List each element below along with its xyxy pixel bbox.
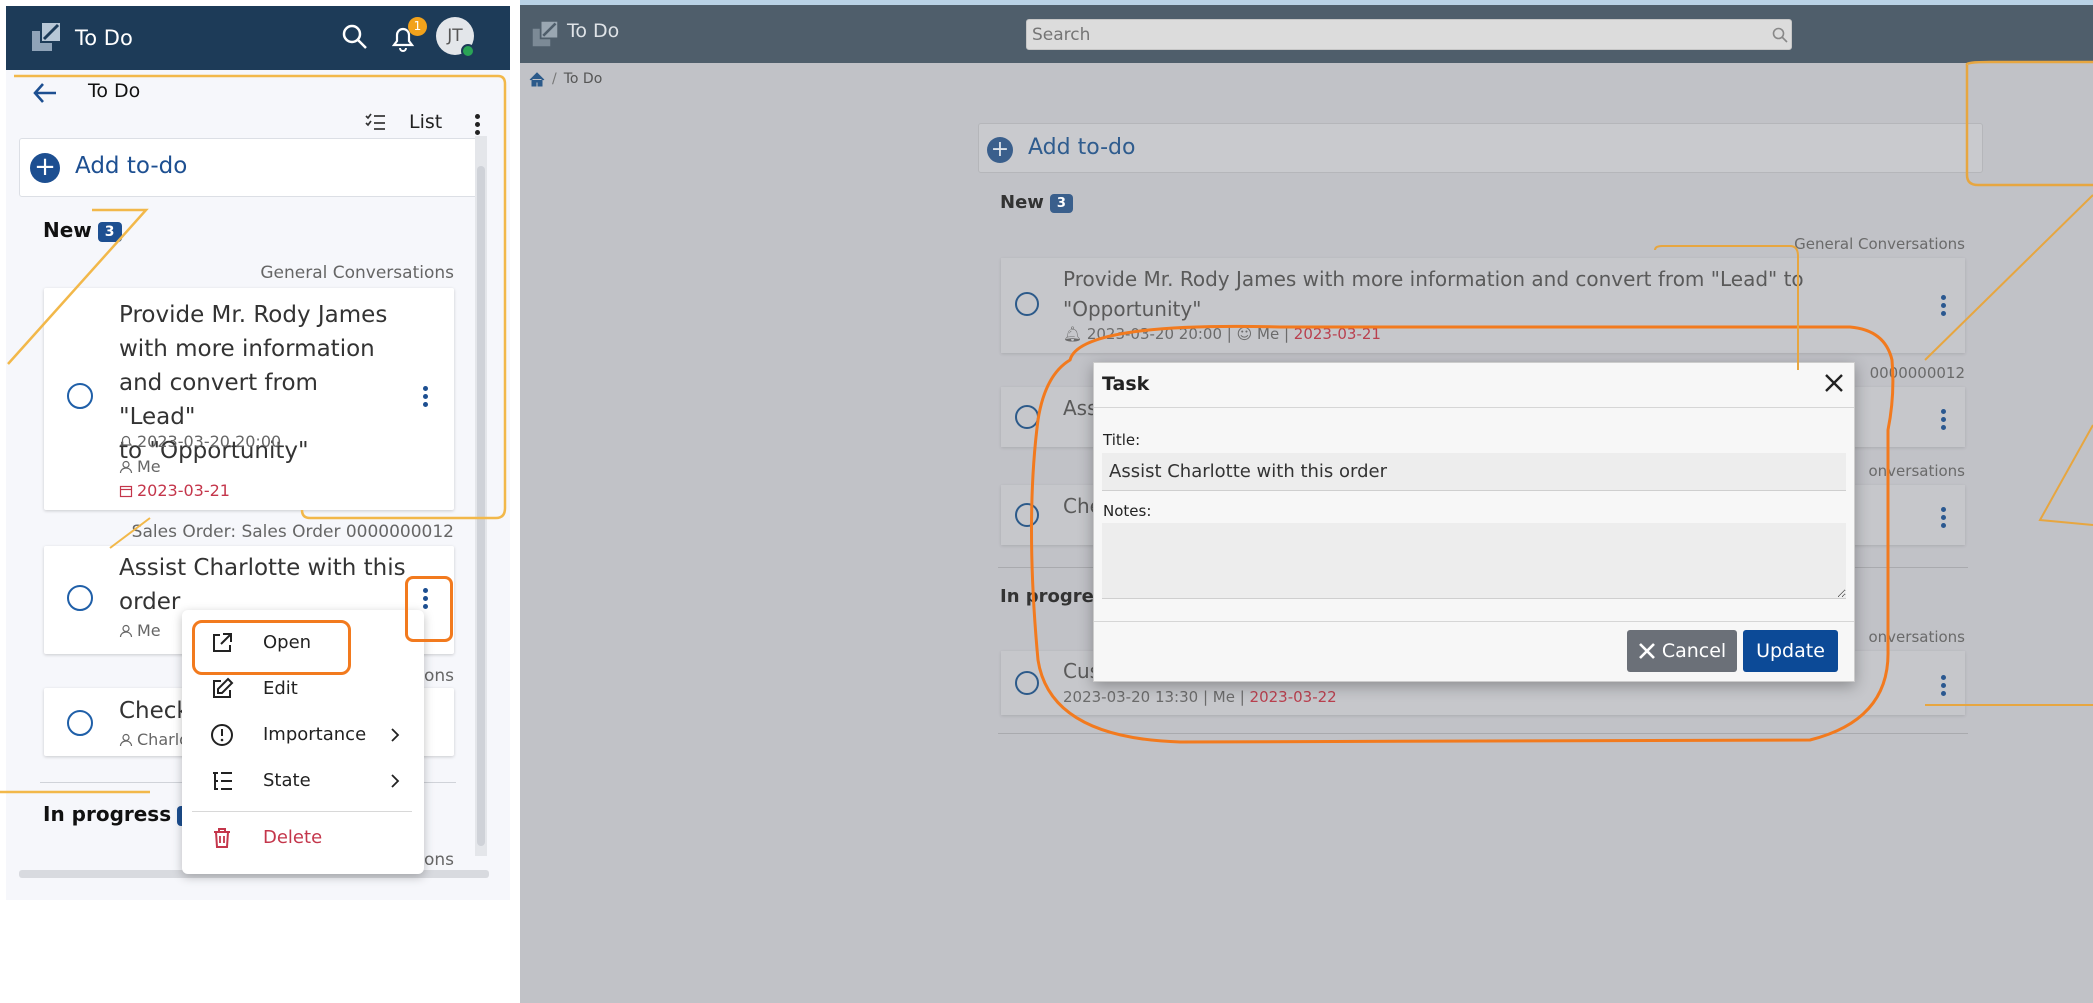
mobile-view: To Do 1 JT To Do List + Add to-do New3 bbox=[0, 0, 514, 900]
app-title: To Do bbox=[75, 26, 133, 50]
highlight-overlay bbox=[1030, 60, 2093, 744]
search-icon[interactable] bbox=[341, 23, 369, 51]
notification-badge: 1 bbox=[408, 17, 427, 36]
online-status-icon bbox=[461, 44, 475, 58]
app-header: To Do 1 JT bbox=[6, 6, 510, 70]
desktop-view: To Do / To Do + Add to-do New3 General C… bbox=[520, 0, 2093, 1003]
app-logo-icon bbox=[30, 21, 62, 53]
highlight-tour-outline bbox=[0, 74, 507, 794]
